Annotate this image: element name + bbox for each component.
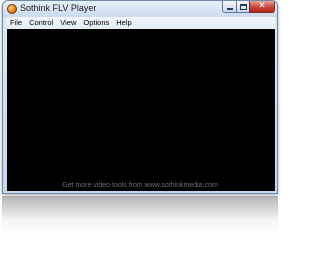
menu-options[interactable]: Options [80,17,112,29]
menu-view[interactable]: View [57,17,79,29]
app-icon[interactable] [7,4,17,14]
menu-bar: File Control View Options Help [7,17,275,29]
promo-link-text[interactable]: Get more video tools from www.sothinkmed… [3,182,277,189]
menu-help[interactable]: Help [113,17,134,29]
window-reflection [2,196,278,236]
title-bar[interactable]: Sothink FLV Player ✕ [3,1,277,17]
maximize-icon [239,3,247,10]
close-button[interactable]: ✕ [249,1,275,13]
menu-control[interactable]: Control [26,17,56,29]
minimize-button[interactable] [222,1,237,13]
app-window: Sothink FLV Player ✕ File Control View O… [2,0,278,194]
window-title: Sothink FLV Player [20,3,97,13]
menu-file[interactable]: File [7,17,25,29]
minimize-icon [226,7,233,10]
video-display[interactable] [7,29,275,191]
close-icon: ✕ [258,1,266,11]
maximize-button[interactable] [236,1,250,13]
screenshot-stage: Sothink FLV Player ✕ File Control View O… [0,0,280,270]
